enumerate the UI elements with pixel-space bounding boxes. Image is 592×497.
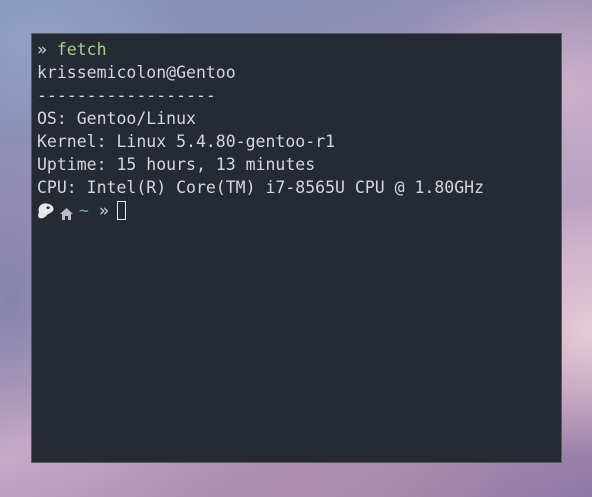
output-line-kernel: Kernel: Linux 5.4.80-gentoo-r1: [37, 132, 336, 151]
prompt-symbol-active: »: [98, 201, 109, 220]
prompt-symbol: »: [37, 40, 47, 59]
text-cursor[interactable]: [116, 201, 126, 220]
gentoo-logo-icon: [37, 202, 55, 220]
terminal-window[interactable]: » fetch krissemicolon@Gentoo -----------…: [31, 33, 562, 463]
output-line-os: OS: Gentoo/Linux: [37, 109, 196, 128]
command-line: » fetch: [37, 38, 561, 61]
current-directory: ~: [79, 201, 89, 220]
output-line-user-host: krissemicolon@Gentoo: [37, 63, 236, 82]
output-line-uptime: Uptime: 15 hours, 13 minutes: [37, 155, 316, 174]
output-line-cpu: CPU: Intel(R) Core(TM) i7-8565U CPU @ 1.…: [37, 178, 485, 197]
output-line-separator: ------------------: [37, 86, 216, 105]
shell-prompt[interactable]: ~ »: [37, 199, 561, 222]
home-icon: [59, 204, 74, 220]
command-text: fetch: [56, 40, 107, 59]
